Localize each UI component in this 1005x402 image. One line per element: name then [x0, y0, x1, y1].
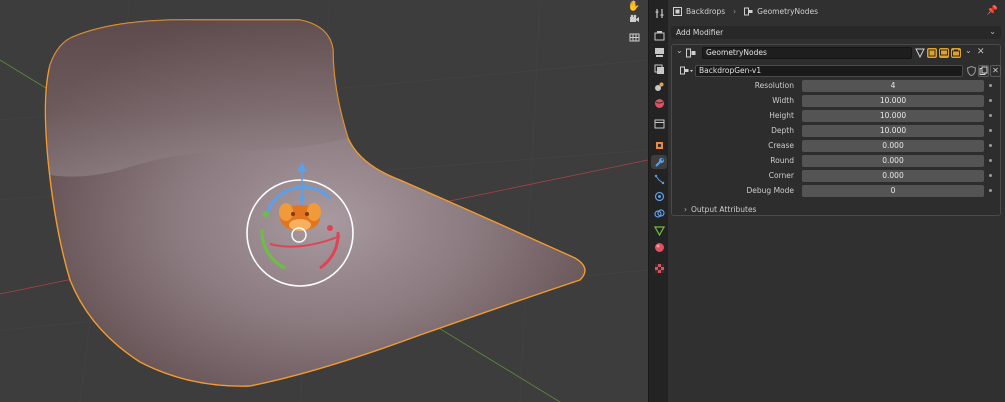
param-label: Width: [772, 96, 794, 105]
param-label: Debug Mode: [746, 186, 794, 195]
round-field[interactable]: 0.000: [802, 155, 984, 167]
tool-icon[interactable]: [651, 6, 667, 20]
duplicate-node-group-icon[interactable]: [978, 65, 989, 77]
texture-icon[interactable]: [651, 261, 667, 275]
breadcrumb-separator: ›: [733, 6, 737, 16]
param-row-crease: Crease 0.000: [672, 140, 1000, 152]
properties-editor: Backdrops › GeometryNodes 📌 Add Modifier…: [668, 0, 1005, 402]
chevron-down-icon: ⌄: [989, 27, 996, 36]
param-label: Crease: [768, 141, 794, 150]
keyframe-dot-icon[interactable]: [989, 99, 992, 102]
breadcrumb-object[interactable]: Backdrops: [686, 7, 725, 16]
edit-mode-toggle-icon[interactable]: [915, 48, 925, 59]
view-layer-icon[interactable]: [651, 62, 667, 76]
chevron-right-icon: ›: [684, 205, 687, 214]
param-label: Resolution: [754, 81, 794, 90]
object-data-icon: [673, 6, 682, 16]
keyframe-dot-icon[interactable]: [989, 84, 992, 87]
constraints-icon[interactable]: [651, 206, 667, 220]
param-label: Depth: [771, 126, 794, 135]
modifier-wrench-icon[interactable]: [651, 155, 667, 169]
modifier-header: ⌄ GeometryNodes ⌄ ✕: [672, 45, 1000, 61]
param-label: Corner: [768, 171, 794, 180]
corner-field[interactable]: 0.000: [802, 170, 984, 182]
keyframe-dot-icon[interactable]: [989, 189, 992, 192]
world-icon[interactable]: [651, 96, 667, 110]
scene-icon[interactable]: [651, 79, 667, 93]
material-icon[interactable]: [651, 240, 667, 254]
object-icon[interactable]: [651, 138, 667, 152]
breadcrumb-modifier[interactable]: GeometryNodes: [757, 7, 818, 16]
camera-icon[interactable]: [627, 14, 641, 28]
keyframe-dot-icon[interactable]: [989, 114, 992, 117]
geometry-nodes-icon: [744, 7, 753, 16]
properties-tab-bar: [648, 0, 668, 402]
collection-icon[interactable]: [651, 116, 667, 130]
param-row-round: Round 0.000: [672, 155, 1000, 167]
hand-icon[interactable]: ✋: [627, 0, 641, 14]
render-toggle-icon[interactable]: [951, 48, 961, 58]
param-row-debug-mode: Debug Mode 0: [672, 185, 1000, 197]
keyframe-dot-icon[interactable]: [989, 129, 992, 132]
param-row-depth: Depth 10.000: [672, 125, 1000, 137]
keyframe-dot-icon[interactable]: [989, 144, 992, 147]
output-icon[interactable]: [651, 45, 667, 59]
remove-modifier-icon[interactable]: ✕: [977, 47, 985, 57]
monkey-object[interactable]: [279, 203, 321, 231]
resolution-field[interactable]: 4: [802, 80, 984, 92]
depth-field[interactable]: 10.000: [802, 125, 984, 137]
height-field[interactable]: 10.000: [802, 110, 984, 122]
debug-mode-field[interactable]: 0: [802, 185, 984, 197]
viewport-scene[interactable]: [0, 0, 648, 402]
param-row-resolution: Resolution 4: [672, 80, 1000, 92]
crease-field[interactable]: 0.000: [802, 140, 984, 152]
add-modifier-button[interactable]: Add Modifier ⌄: [671, 26, 1001, 39]
param-row-corner: Corner 0.000: [672, 170, 1000, 182]
unlink-node-group-icon[interactable]: ✕: [990, 65, 1001, 77]
grid-icon[interactable]: [627, 31, 641, 45]
param-row-width: Width 10.000: [672, 95, 1000, 107]
modifier-panel: ⌄ GeometryNodes ⌄ ✕ BackdropGen-v1 ✕ Res…: [671, 44, 1001, 216]
output-attributes-label: Output Attributes: [691, 205, 757, 214]
collapse-chevron-icon[interactable]: ⌄: [676, 46, 683, 55]
pin-icon[interactable]: 📌: [987, 6, 998, 16]
modifier-name-field[interactable]: GeometryNodes: [702, 47, 912, 59]
viewport-display-toggle-icon[interactable]: [939, 48, 949, 58]
render-icon[interactable]: [651, 28, 667, 42]
width-field[interactable]: 10.000: [802, 95, 984, 107]
param-label: Height: [769, 111, 794, 120]
param-row-height: Height 10.000: [672, 110, 1000, 122]
physics-icon[interactable]: [651, 189, 667, 203]
cage-toggle-icon[interactable]: [927, 48, 937, 58]
particles-icon[interactable]: [651, 172, 667, 186]
fake-user-shield-icon[interactable]: [966, 65, 977, 78]
geometry-nodes-icon: [686, 48, 696, 60]
output-attributes-subpanel[interactable]: › Output Attributes: [684, 205, 756, 215]
node-group-row: BackdropGen-v1 ✕: [678, 65, 1001, 78]
3d-viewport[interactable]: ✋: [0, 0, 648, 402]
modifier-menu-chevron-icon[interactable]: ⌄: [965, 46, 972, 55]
node-tree-icon[interactable]: [680, 66, 694, 78]
keyframe-dot-icon[interactable]: [989, 174, 992, 177]
add-modifier-label: Add Modifier: [676, 28, 724, 37]
breadcrumb: Backdrops › GeometryNodes 📌: [668, 0, 1005, 22]
node-group-field[interactable]: BackdropGen-v1: [695, 65, 963, 77]
keyframe-dot-icon[interactable]: [989, 159, 992, 162]
param-label: Round: [770, 156, 794, 165]
data-icon[interactable]: [651, 223, 667, 237]
